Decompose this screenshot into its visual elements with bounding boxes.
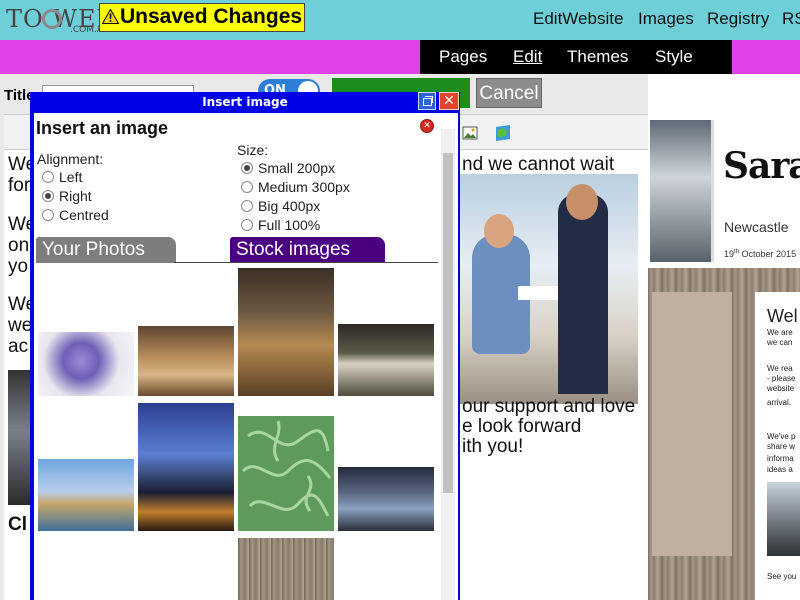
dialog-scroll-thumb[interactable]	[443, 153, 453, 493]
align-right-option[interactable]: Right	[42, 188, 92, 206]
close-circle-icon[interactable]: ✕	[420, 119, 434, 133]
stock-image-table[interactable]	[138, 326, 234, 396]
option-label: Medium 300px	[258, 179, 350, 195]
nav-edit[interactable]: Edit	[513, 47, 542, 67]
photo-figure	[484, 214, 514, 248]
nav-rsvp[interactable]: RS	[782, 9, 800, 29]
align-left-option[interactable]: Left	[42, 169, 82, 187]
nav-style[interactable]: Style	[655, 47, 693, 67]
nav-pages[interactable]: Pages	[439, 47, 487, 67]
insert-image-dialog: Insert image ✕ Insert an image ✕ Alignme…	[30, 92, 460, 600]
size-big-option[interactable]: Big 400px	[241, 198, 320, 216]
alignment-label: Alignment:	[37, 151, 104, 167]
option-label: Big 400px	[258, 198, 321, 214]
option-label: Centred	[59, 207, 109, 223]
size-label: Size:	[237, 142, 269, 158]
size-full-option[interactable]: Full 100%	[241, 217, 320, 235]
editor-nav: Pages Edit Themes Style	[420, 40, 732, 74]
align-centred-option[interactable]: Centred	[42, 207, 109, 225]
option-label: Right	[59, 188, 92, 204]
radio-icon	[42, 209, 54, 221]
size-small-option[interactable]: Small 200px	[241, 160, 335, 178]
dialog-heading: Insert an image	[36, 118, 169, 138]
radio-selected-icon	[42, 190, 54, 202]
preview-side-box	[652, 292, 732, 556]
preview-couple-photo	[650, 120, 714, 262]
proposal-photo[interactable]	[458, 174, 638, 404]
body-text-right: our support and love	[462, 396, 636, 417]
preview-text-line: We've p	[767, 432, 796, 441]
radio-selected-icon	[241, 162, 253, 174]
unsaved-label: Unsaved Changes	[120, 5, 303, 28]
photo-figure	[566, 184, 598, 220]
preview-text-line: We rea	[767, 364, 793, 373]
preview-text-line: share w	[767, 442, 796, 451]
tab-divider	[174, 262, 438, 263]
body-text-left: yo	[8, 256, 29, 277]
pattern-art	[241, 420, 332, 517]
preview-welcome-heading: Wel	[767, 306, 798, 326]
stock-image-house[interactable]	[138, 403, 234, 531]
image-icon[interactable]	[462, 125, 478, 141]
preview-date: 19th October 2015	[724, 249, 796, 259]
cancel-button[interactable]: Cancel	[476, 78, 542, 108]
body-text-right: nd we cannot wait	[462, 154, 615, 175]
preview-couple-name: Sarah	[723, 145, 800, 187]
stock-image-bouquet[interactable]	[38, 332, 134, 396]
preview-footer-text: See you	[767, 572, 797, 581]
close-icon[interactable]: ✕	[439, 92, 459, 110]
body-text-left: on	[8, 235, 30, 256]
body-text-right: e look forward	[462, 416, 582, 437]
option-label: Full 100%	[258, 217, 321, 233]
body-text-left: we	[8, 315, 33, 336]
dialog-body: Insert an image ✕ Alignment: Left Right …	[34, 113, 458, 600]
body-text-left: for	[8, 175, 31, 196]
body-text-left: ac	[8, 336, 29, 357]
stock-image-pattern[interactable]	[238, 416, 334, 531]
tab-stock-images[interactable]: Stock images	[230, 237, 385, 263]
warning-icon	[101, 5, 120, 24]
preview-text-line: - please	[767, 374, 796, 383]
nav-themes[interactable]: Themes	[567, 47, 628, 67]
restore-icon[interactable]	[418, 92, 436, 110]
radio-icon	[42, 171, 54, 183]
tab-your-photos[interactable]: Your Photos	[36, 237, 176, 263]
body-heading-left: Cl	[8, 514, 27, 535]
nav-images[interactable]: Images	[638, 9, 694, 29]
radio-icon	[241, 219, 253, 231]
nav-registry[interactable]: Registry	[707, 9, 769, 29]
preview-text-line: We are	[767, 328, 793, 337]
date-rest: October 2015	[739, 249, 797, 259]
stock-image-skyline-day[interactable]	[38, 459, 134, 531]
unsaved-changes-banner[interactable]: Unsaved Changes	[99, 3, 306, 32]
stock-image-garden[interactable]	[338, 324, 434, 396]
radio-icon	[241, 200, 253, 212]
preview-text-line: arrival.	[767, 398, 792, 407]
preview-photo	[767, 482, 800, 556]
date-day: 19	[724, 249, 735, 259]
stock-image-wood[interactable]	[238, 538, 334, 600]
map-icon[interactable]	[494, 124, 512, 142]
body-text-right: ith you!	[462, 436, 524, 457]
preview-location: Newcastle	[724, 219, 789, 235]
preview-text-line: informa	[767, 454, 794, 463]
stock-image-candles[interactable]	[238, 268, 334, 396]
preview-text-line: ideas a	[767, 465, 793, 474]
option-label: Left	[59, 169, 83, 185]
stock-image-skyline-night[interactable]	[338, 467, 434, 531]
nav-edit-website[interactable]: EditWebsite	[533, 9, 623, 29]
size-medium-option[interactable]: Medium 300px	[241, 179, 350, 197]
photo-figure	[558, 194, 608, 394]
option-label: Small 200px	[258, 160, 336, 176]
radio-icon	[241, 181, 253, 193]
preview-text-line: we can	[767, 338, 793, 347]
dialog-title[interactable]: Insert image	[30, 92, 460, 112]
preview-text-line: website	[767, 384, 795, 393]
app-stage: TO WED .COM.AU EditWebsite Images Regist…	[0, 0, 800, 600]
